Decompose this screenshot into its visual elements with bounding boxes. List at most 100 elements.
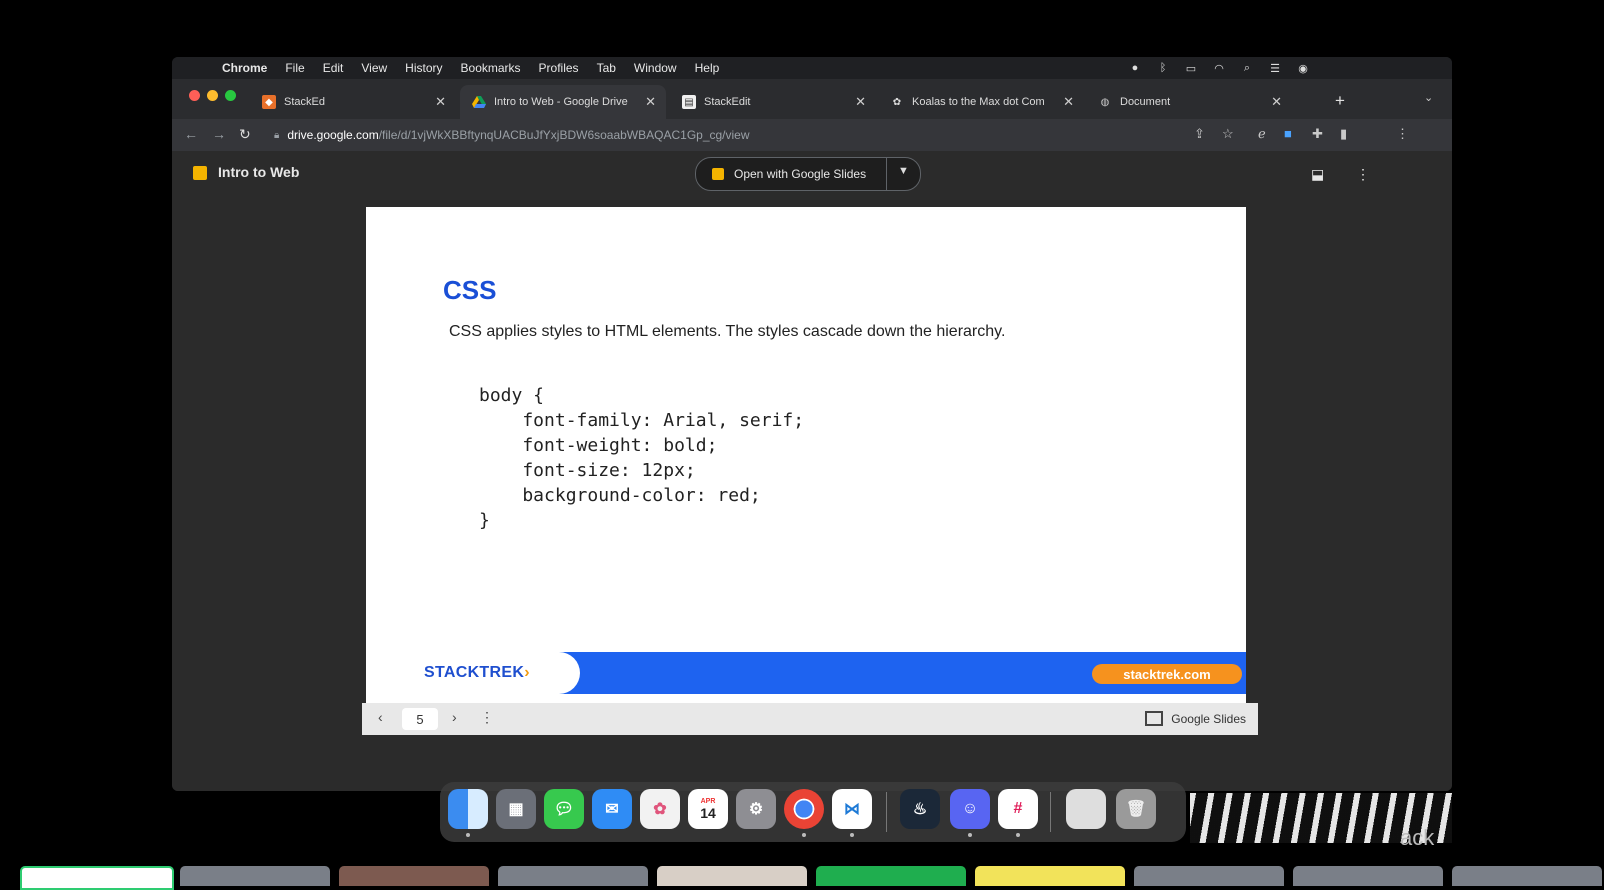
close-tab-icon[interactable]: ✕ (1063, 94, 1074, 110)
thumbnail-2[interactable] (180, 866, 330, 886)
lock-icon: 🔒︎ (274, 129, 280, 141)
control-center-icon[interactable]: ☰ (1268, 62, 1282, 75)
menu-bookmarks[interactable]: Bookmarks (461, 61, 521, 75)
tab-stacked[interactable]: ◆ StackEd ✕ (250, 85, 456, 119)
google-slides-link[interactable]: Google Slides (1145, 711, 1246, 726)
menu-edit[interactable]: Edit (323, 61, 344, 75)
thumbnail-8[interactable] (1134, 866, 1284, 886)
vscode-icon[interactable]: ⋈ (832, 789, 872, 829)
close-tab-icon[interactable]: ✕ (645, 94, 656, 110)
thumbnail-9[interactable] (1293, 866, 1443, 886)
slides-frame-icon (1145, 711, 1164, 726)
menu-file[interactable]: File (285, 61, 304, 75)
side-panel-icon[interactable]: ▮ (1340, 126, 1347, 142)
stacktrek-logo: STACKTREK› (424, 664, 530, 681)
wifi-icon[interactable]: ◠ (1212, 62, 1226, 75)
extensions-puzzle-icon[interactable]: ✚ (1312, 126, 1323, 142)
document-file-icon[interactable] (1066, 789, 1106, 829)
code-block: body { font-family: Arial, serif; font-w… (479, 383, 804, 533)
launchpad-icon[interactable]: ▦ (496, 789, 536, 829)
slides-icon (712, 168, 724, 180)
slack-icon[interactable]: # (998, 789, 1038, 829)
tab-koalas[interactable]: ✿ Koalas to the Max dot Com ✕ (878, 85, 1084, 119)
chrome-menu-icon[interactable]: ⋮ (1396, 126, 1409, 142)
code-line: font-family: Arial, serif; (479, 410, 805, 431)
document-title: Intro to Web (218, 164, 300, 180)
thumbnail-5[interactable] (657, 866, 807, 886)
share-icon[interactable]: ⇪ (1194, 126, 1205, 142)
tab-stackedit[interactable]: ▤ StackEdit ✕ (670, 85, 876, 119)
finder-icon[interactable] (448, 789, 488, 829)
previous-slide-icon[interactable]: ‹ (378, 709, 383, 725)
photos-icon[interactable]: ✿ (640, 789, 680, 829)
more-options-icon[interactable]: ⋮ (1356, 166, 1370, 183)
reload-icon[interactable]: ↻ (239, 126, 251, 143)
menu-window[interactable]: Window (634, 61, 677, 75)
status-icons: ● ᛒ ▭ ◠ ⌕ ☰ ◉ (1128, 57, 1444, 79)
forward-arrow-icon[interactable]: → (212, 126, 226, 142)
back-arrow-icon[interactable]: ← (184, 126, 198, 142)
running-dot (850, 833, 854, 837)
discord-icon[interactable]: ☺ (950, 789, 990, 829)
close-tab-icon[interactable]: ✕ (1271, 94, 1282, 110)
menu-tab[interactable]: Tab (597, 61, 616, 75)
code-line: body { (479, 385, 545, 406)
messages-icon[interactable]: 💬︎ (544, 789, 584, 829)
dropdown-caret-icon[interactable]: ▼ (898, 165, 909, 177)
tab-google-drive[interactable]: Intro to Web - Google Drive ✕ (460, 85, 666, 119)
close-window-button[interactable] (189, 90, 200, 101)
close-tab-icon[interactable]: ✕ (855, 94, 866, 110)
mac-dock: ▦ 💬︎ ✉ ✿ APR 14 ⚙ ⋈ ♨ ☺ # 🗑︎ (440, 782, 1186, 842)
extension-e-icon[interactable]: ℯ (1258, 126, 1266, 142)
tab-document[interactable]: ◍ Document ✕ (1086, 85, 1292, 119)
battery-icon[interactable]: ▭ (1184, 62, 1198, 75)
stackedit-favicon-icon: ▤ (682, 95, 696, 109)
browser-toolbar: ← → ↻ 🔒︎ drive.google.com/file/d/1vjWkXB… (172, 119, 1452, 151)
thumbnail-3[interactable] (339, 866, 489, 886)
thumbnail-4[interactable] (498, 866, 648, 886)
bluetooth-icon[interactable]: ᛒ (1156, 62, 1170, 74)
url-host: drive.google.com (287, 128, 379, 142)
chrome-icon[interactable] (784, 789, 824, 829)
slide-canvas: CSS CSS applies styles to HTML elements.… (366, 207, 1246, 703)
running-dot (466, 833, 470, 837)
minimize-window-button[interactable] (207, 90, 218, 101)
mail-icon[interactable]: ✉ (592, 789, 632, 829)
stacked-favicon-icon: ◆ (262, 95, 276, 109)
address-bar[interactable]: 🔒︎ drive.google.com/file/d/1vjWkXBBftynq… (268, 123, 1268, 147)
code-line: } (479, 510, 490, 531)
steam-icon[interactable]: ♨ (900, 789, 940, 829)
thumbnail-1[interactable] (20, 866, 174, 890)
globe-favicon-icon: ◍ (1100, 96, 1110, 108)
close-tab-icon[interactable]: ✕ (435, 94, 446, 110)
new-tab-plus-icon[interactable]: + (1335, 91, 1345, 111)
menu-history[interactable]: History (405, 61, 442, 75)
calendar-day: 14 (700, 804, 716, 821)
tab-search-chevron-icon[interactable]: ⌄ (1424, 91, 1433, 104)
add-to-drive-icon[interactable]: ⬓ (1311, 166, 1324, 183)
dock-separator (886, 792, 887, 832)
page-number-field[interactable]: 5 (402, 708, 438, 730)
menu-profiles[interactable]: Profiles (539, 61, 579, 75)
menu-help[interactable]: Help (695, 61, 720, 75)
slide-footer-band: STACKTREK› stacktrek.com (366, 652, 1246, 694)
thumbnail-10[interactable] (1452, 866, 1602, 886)
system-settings-icon[interactable]: ⚙ (736, 789, 776, 829)
thumbnail-7[interactable] (975, 866, 1125, 886)
bookmark-star-icon[interactable]: ☆ (1222, 126, 1234, 142)
open-with-button[interactable]: Open with Google Slides ▼ (695, 157, 921, 191)
siri-icon[interactable]: ◉ (1296, 62, 1310, 75)
thumbnail-6[interactable] (816, 866, 966, 886)
extension-drive-icon[interactable]: ■ (1284, 126, 1292, 141)
menu-view[interactable]: View (361, 61, 387, 75)
open-with-label: Open with Google Slides (734, 167, 867, 181)
next-slide-icon[interactable]: › (452, 709, 457, 725)
slide-controls: ‹ 5 › ⋮ Google Slides (362, 703, 1258, 735)
record-icon[interactable]: ● (1128, 62, 1142, 74)
slide-menu-icon[interactable]: ⋮ (480, 709, 494, 726)
search-icon[interactable]: ⌕ (1240, 62, 1254, 74)
menu-app-name[interactable]: Chrome (222, 61, 267, 75)
calendar-icon[interactable]: APR 14 (688, 789, 728, 829)
trash-icon[interactable]: 🗑︎ (1116, 789, 1156, 829)
zoom-window-button[interactable] (225, 90, 236, 101)
